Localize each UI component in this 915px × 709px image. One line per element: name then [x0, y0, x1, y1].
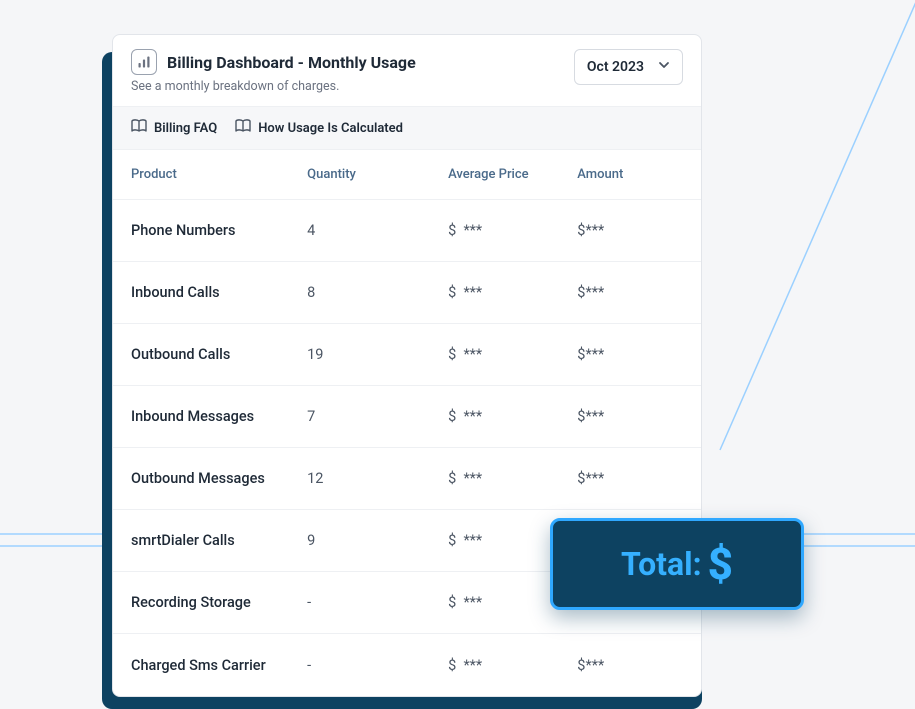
book-icon: [131, 119, 147, 137]
chart-icon: [131, 49, 157, 75]
cell-quantity: -: [307, 657, 448, 674]
book-icon: [235, 119, 251, 137]
chevron-down-icon: [658, 59, 670, 75]
month-select-label: Oct 2023: [587, 59, 644, 75]
cell-quantity: 7: [307, 408, 448, 425]
cell-quantity: -: [307, 594, 448, 611]
table-header-row: Product Quantity Average Price Amount: [113, 150, 701, 200]
card-header: Billing Dashboard - Monthly Usage See a …: [113, 35, 701, 106]
cell-quantity: 8: [307, 284, 448, 301]
cell-amount: ***: [577, 222, 683, 239]
cell-product: Outbound Messages: [131, 470, 307, 487]
cell-quantity: 12: [307, 470, 448, 487]
cell-product: Phone Numbers: [131, 222, 307, 239]
total-label: Total:: [621, 545, 702, 583]
billing-faq-link[interactable]: Billing FAQ: [131, 119, 217, 137]
cell-amount: ***: [577, 470, 683, 487]
col-product: Product: [131, 167, 307, 182]
month-select[interactable]: Oct 2023: [574, 49, 683, 85]
cell-amount: ***: [577, 284, 683, 301]
cell-product: Inbound Messages: [131, 408, 307, 425]
cell-avg-price: ***: [448, 470, 577, 487]
table-row: Phone Numbers4******: [113, 200, 701, 262]
cell-avg-price: ***: [448, 346, 577, 363]
table-row: Inbound Messages7******: [113, 386, 701, 448]
cell-product: Inbound Calls: [131, 284, 307, 301]
billing-faq-label: Billing FAQ: [154, 121, 217, 136]
usage-table: Product Quantity Average Price Amount Ph…: [113, 150, 701, 696]
table-body: Phone Numbers4******Inbound Calls8******…: [113, 200, 701, 696]
table-row: Outbound Messages12******: [113, 448, 701, 510]
help-bar: Billing FAQ How Usage Is Calculated: [113, 106, 701, 150]
cell-product: Charged Sms Carrier: [131, 657, 307, 674]
cell-avg-price: ***: [448, 408, 577, 425]
col-avg-price: Average Price: [448, 167, 577, 182]
cell-quantity: 4: [307, 222, 448, 239]
cell-product: Recording Storage: [131, 594, 307, 611]
total-badge: Total: $: [550, 518, 804, 610]
cell-amount: ***: [577, 408, 683, 425]
usage-calc-label: How Usage Is Calculated: [258, 121, 403, 136]
title-block: Billing Dashboard - Monthly Usage See a …: [131, 49, 416, 94]
total-dollar-icon: $: [708, 538, 733, 590]
usage-calc-link[interactable]: How Usage Is Calculated: [235, 119, 403, 137]
cell-amount: ***: [577, 346, 683, 363]
col-amount: Amount: [577, 167, 683, 182]
table-row: Inbound Calls8******: [113, 262, 701, 324]
table-row: Charged Sms Carrier-******: [113, 634, 701, 696]
cell-product: smrtDialer Calls: [131, 532, 307, 549]
cell-avg-price: ***: [448, 222, 577, 239]
cell-quantity: 9: [307, 532, 448, 549]
cell-quantity: 19: [307, 346, 448, 363]
cell-amount: ***: [577, 657, 683, 674]
page-title: Billing Dashboard - Monthly Usage: [167, 53, 416, 72]
cell-avg-price: ***: [448, 284, 577, 301]
cell-avg-price: ***: [448, 657, 577, 674]
cell-product: Outbound Calls: [131, 346, 307, 363]
table-row: Outbound Calls19******: [113, 324, 701, 386]
col-quantity: Quantity: [307, 167, 448, 182]
page-subtitle: See a monthly breakdown of charges.: [131, 79, 416, 94]
